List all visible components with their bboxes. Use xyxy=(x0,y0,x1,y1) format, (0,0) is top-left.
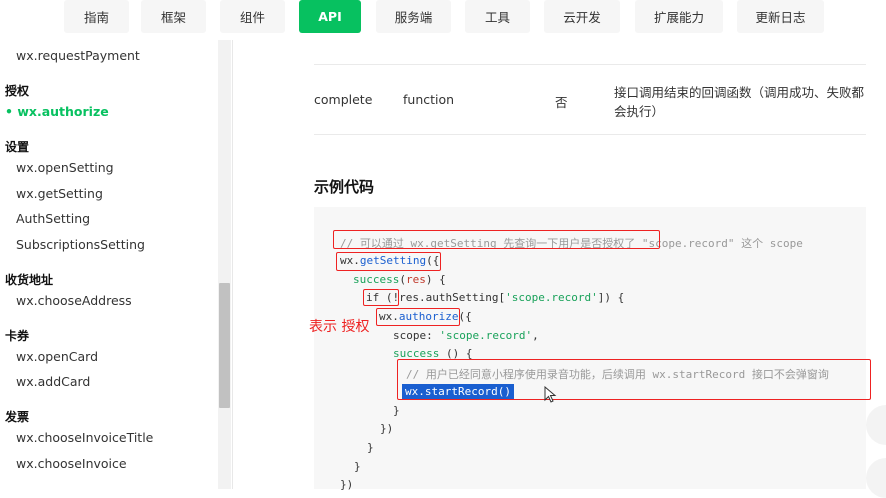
code-line-close-1: } xyxy=(393,404,400,417)
table-rule-bottom xyxy=(314,134,866,135)
code-token-fn: success xyxy=(353,273,400,286)
code-line-close-4: } xyxy=(354,460,361,473)
sidebar-section-settings: 设置 xyxy=(5,140,30,154)
code-token: ]) { xyxy=(597,291,625,304)
sidebar-item-authsetting[interactable]: AuthSetting xyxy=(16,211,90,226)
sidebar-item-subscriptionssetting[interactable]: SubscriptionsSetting xyxy=(16,237,145,252)
tab-framework[interactable]: 框架 xyxy=(141,0,206,33)
annotation-box-comment xyxy=(333,230,660,249)
param-name: complete xyxy=(314,92,373,107)
sidebar-scrollbar-track[interactable] xyxy=(218,40,231,489)
annotation-box-if xyxy=(363,289,399,306)
tab-server[interactable]: 服务端 xyxy=(376,0,451,33)
sidebar-item-chooseaddress[interactable]: wx.chooseAddress xyxy=(16,293,132,308)
top-nav: 指南 框架 组件 API 服务端 工具 云开发 扩展能力 更新日志 xyxy=(0,0,886,40)
sidebar-section-auth: 授权 xyxy=(5,84,30,98)
code-token: ) { xyxy=(425,273,446,286)
tab-cloud[interactable]: 云开发 xyxy=(544,0,620,33)
sidebar-item-chooseinvoice[interactable]: wx.chooseInvoice xyxy=(16,456,127,471)
code-token: , xyxy=(532,329,539,342)
code-token-string: 'scope.record' xyxy=(439,329,533,342)
floating-action-button[interactable] xyxy=(866,458,886,498)
code-line-scope: scope: 'scope.record', xyxy=(393,329,539,342)
tab-components[interactable]: 组件 xyxy=(220,0,285,33)
sidebar-item-opencard[interactable]: wx.openCard xyxy=(16,349,98,364)
param-required: 否 xyxy=(555,95,568,110)
code-token-string: 'scope.record' xyxy=(505,291,598,304)
sidebar-item-getsetting[interactable]: wx.getSetting xyxy=(16,186,103,201)
floating-action-button[interactable] xyxy=(866,405,886,445)
code-line-if: if (!res.authSetting['scope.record']) { xyxy=(366,291,624,304)
tab-tools[interactable]: 工具 xyxy=(465,0,530,33)
sidebar-divider xyxy=(232,40,233,489)
mouse-cursor-icon xyxy=(544,386,557,403)
sidebar-scrollbar-thumb[interactable] xyxy=(219,283,230,408)
code-token: scope: xyxy=(393,329,440,342)
annotation-box-startrecord xyxy=(397,359,871,400)
sidebar-section-card: 卡券 xyxy=(5,329,30,343)
annotation-label: 表示 授权 xyxy=(309,319,370,335)
tab-changelog[interactable]: 更新日志 xyxy=(737,0,824,33)
code-token: ({ xyxy=(458,310,472,323)
code-token: ( xyxy=(399,273,406,286)
code-line-close-5: }) xyxy=(340,478,354,491)
sidebar-item-authorize[interactable]: • wx.authorize xyxy=(5,104,109,119)
section-title-example-code: 示例代码 xyxy=(314,178,375,196)
annotation-box-getsetting xyxy=(336,252,441,271)
code-line-close-2: }) xyxy=(380,422,394,435)
code-line-close-3: } xyxy=(367,441,374,454)
sidebar-item-addcard[interactable]: wx.addCard xyxy=(16,374,90,389)
tab-api[interactable]: API xyxy=(299,0,361,33)
sidebar-item-opensetting[interactable]: wx.openSetting xyxy=(16,160,114,175)
sidebar: wx.requestPayment 授权 • wx.authorize 设置 w… xyxy=(0,40,232,489)
param-type: function xyxy=(403,92,455,107)
tab-extensions[interactable]: 扩展能力 xyxy=(635,0,723,33)
tab-guide[interactable]: 指南 xyxy=(64,0,129,33)
param-desc-line1: 接口调用结束的回调函数（调用成功、失败都 xyxy=(614,85,865,100)
sidebar-item-chooseinvoicetitle[interactable]: wx.chooseInvoiceTitle xyxy=(16,430,153,445)
code-token-param: res xyxy=(405,273,426,286)
code-line-success: success(res) { xyxy=(353,273,446,286)
sidebar-section-address: 收货地址 xyxy=(5,273,54,287)
table-rule-top xyxy=(314,64,866,65)
param-desc-line2: 会执行） xyxy=(614,104,665,119)
sidebar-item-requestpayment[interactable]: wx.requestPayment xyxy=(16,48,140,63)
annotation-box-authorize xyxy=(376,308,460,326)
sidebar-section-invoice: 发票 xyxy=(5,410,30,424)
